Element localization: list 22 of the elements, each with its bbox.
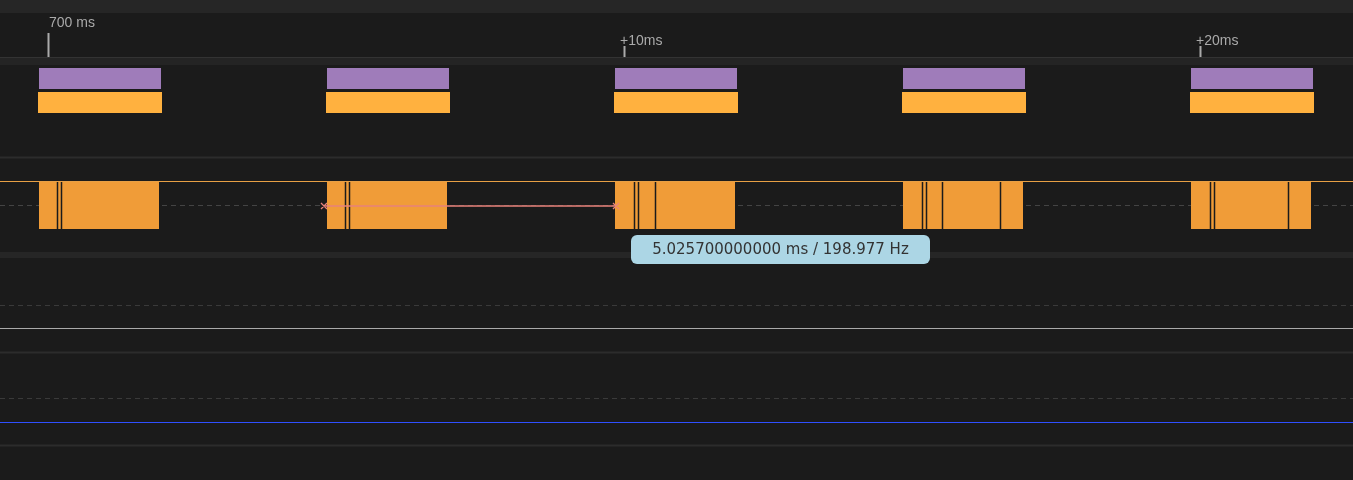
tick-mark	[47, 32, 50, 58]
slice[interactable]	[903, 68, 1025, 89]
slice[interactable]	[615, 68, 737, 89]
tick-mark	[623, 45, 626, 58]
measurement-tooltip: 5.025700000000 ms / 198.977 Hz	[631, 235, 930, 264]
tick-label: 700 ms	[49, 14, 95, 30]
tick-label: +10ms	[620, 32, 663, 48]
tick-mark	[1199, 45, 1202, 58]
slice[interactable]	[327, 68, 449, 89]
slice[interactable]	[326, 92, 450, 113]
slice[interactable]	[39, 68, 161, 89]
slice[interactable]	[1190, 92, 1314, 113]
slice[interactable]	[1191, 68, 1313, 89]
slice[interactable]	[902, 92, 1026, 113]
counter-bar[interactable]	[615, 181, 735, 230]
slice[interactable]	[614, 92, 738, 113]
tick-label: +20ms	[1196, 32, 1239, 48]
counter-bar[interactable]	[39, 181, 159, 230]
counter-bar[interactable]	[327, 181, 447, 230]
counter-bar[interactable]	[1191, 181, 1311, 230]
slice[interactable]	[38, 92, 162, 113]
counter-bar[interactable]	[903, 181, 1023, 230]
